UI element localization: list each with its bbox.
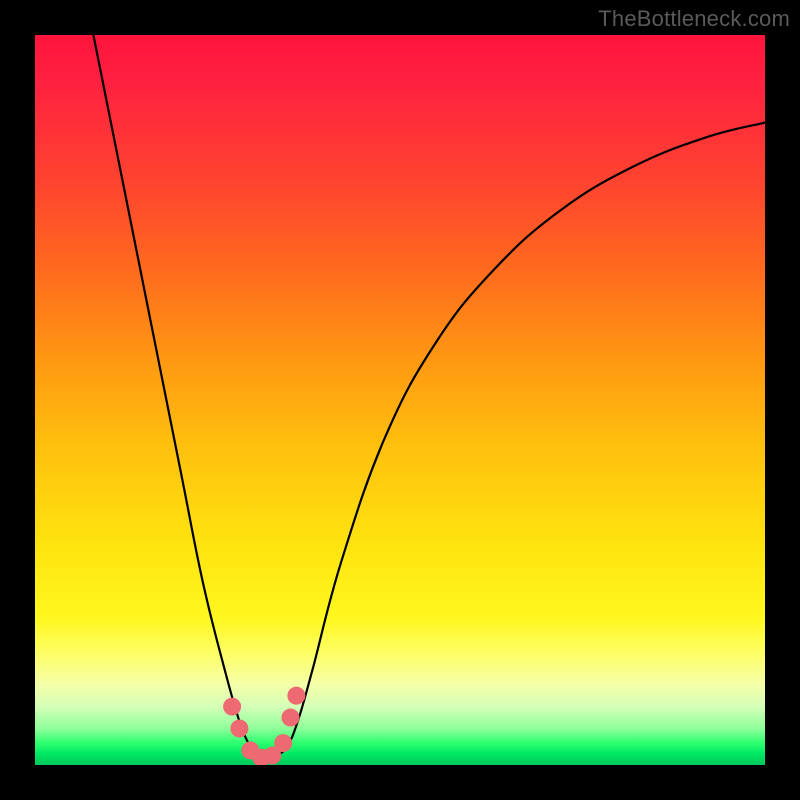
marker-dot <box>287 687 305 705</box>
plot-area <box>35 35 765 765</box>
chart-svg <box>35 35 765 765</box>
chart-frame: TheBottleneck.com <box>0 0 800 800</box>
bottleneck-curve <box>93 35 765 758</box>
watermark-text: TheBottleneck.com <box>598 6 790 32</box>
marker-dot <box>223 698 241 716</box>
marker-dot <box>230 720 248 738</box>
curve-markers <box>223 687 305 765</box>
marker-dot <box>274 734 292 752</box>
marker-dot <box>282 709 300 727</box>
